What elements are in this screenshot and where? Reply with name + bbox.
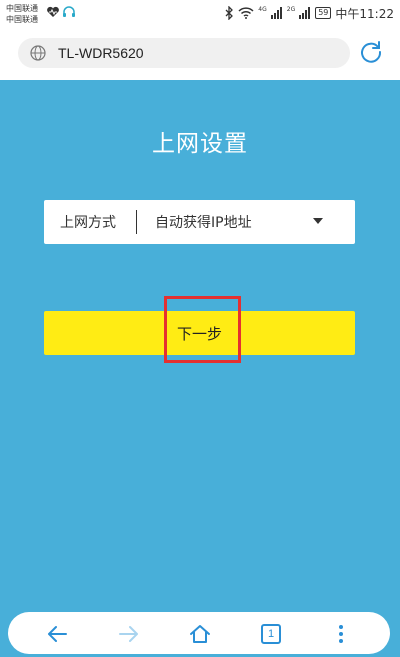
address-field[interactable]: TL-WDR5620 xyxy=(18,38,350,68)
globe-icon xyxy=(30,45,46,61)
clock: 中午11:22 xyxy=(335,6,394,21)
signal-icon xyxy=(270,7,282,19)
nav-pill: 1 xyxy=(8,612,390,654)
carrier-1: 中国联通 xyxy=(6,4,38,13)
main-content: 上网设置 上网方式 自动获得IP地址 下一步 xyxy=(0,80,400,610)
reload-icon[interactable] xyxy=(358,39,384,65)
carrier-info: 中国联通 中国联通 xyxy=(6,3,38,25)
tabs-icon[interactable]: 1 xyxy=(261,624,281,644)
forward-arrow-icon[interactable] xyxy=(118,623,140,645)
bottom-nav: 1 xyxy=(0,610,400,657)
back-arrow-icon[interactable] xyxy=(46,623,68,645)
page-title: 上网设置 xyxy=(152,131,248,157)
url-bar: TL-WDR5620 xyxy=(0,30,400,80)
select-divider xyxy=(136,210,137,234)
url-text: TL-WDR5620 xyxy=(58,45,144,61)
headset-icon xyxy=(63,6,75,17)
carrier-2: 中国联通 xyxy=(6,15,38,24)
bluetooth-icon xyxy=(225,6,234,20)
more-menu-icon[interactable] xyxy=(330,623,352,645)
connection-type-label: 上网方式 xyxy=(60,215,116,231)
status-right: 4G 2G 59 中午11:22 xyxy=(224,5,394,21)
connection-type-select[interactable]: 上网方式 自动获得IP地址 xyxy=(44,200,355,244)
network-2g-label: 2G xyxy=(286,5,296,13)
wifi-icon xyxy=(238,7,254,19)
status-bar: 中国联通 中国联通 4G 2G 59 中午11:22 xyxy=(0,0,400,30)
highlight-annotation xyxy=(164,296,241,363)
heart-icon xyxy=(47,6,59,17)
network-4g-label: 4G xyxy=(258,5,267,13)
connection-type-value: 自动获得IP地址 xyxy=(155,215,252,231)
battery-icon: 59 xyxy=(315,7,332,19)
home-icon[interactable] xyxy=(189,623,211,645)
signal-icon-2 xyxy=(299,7,311,19)
caret-down-icon xyxy=(313,218,323,224)
